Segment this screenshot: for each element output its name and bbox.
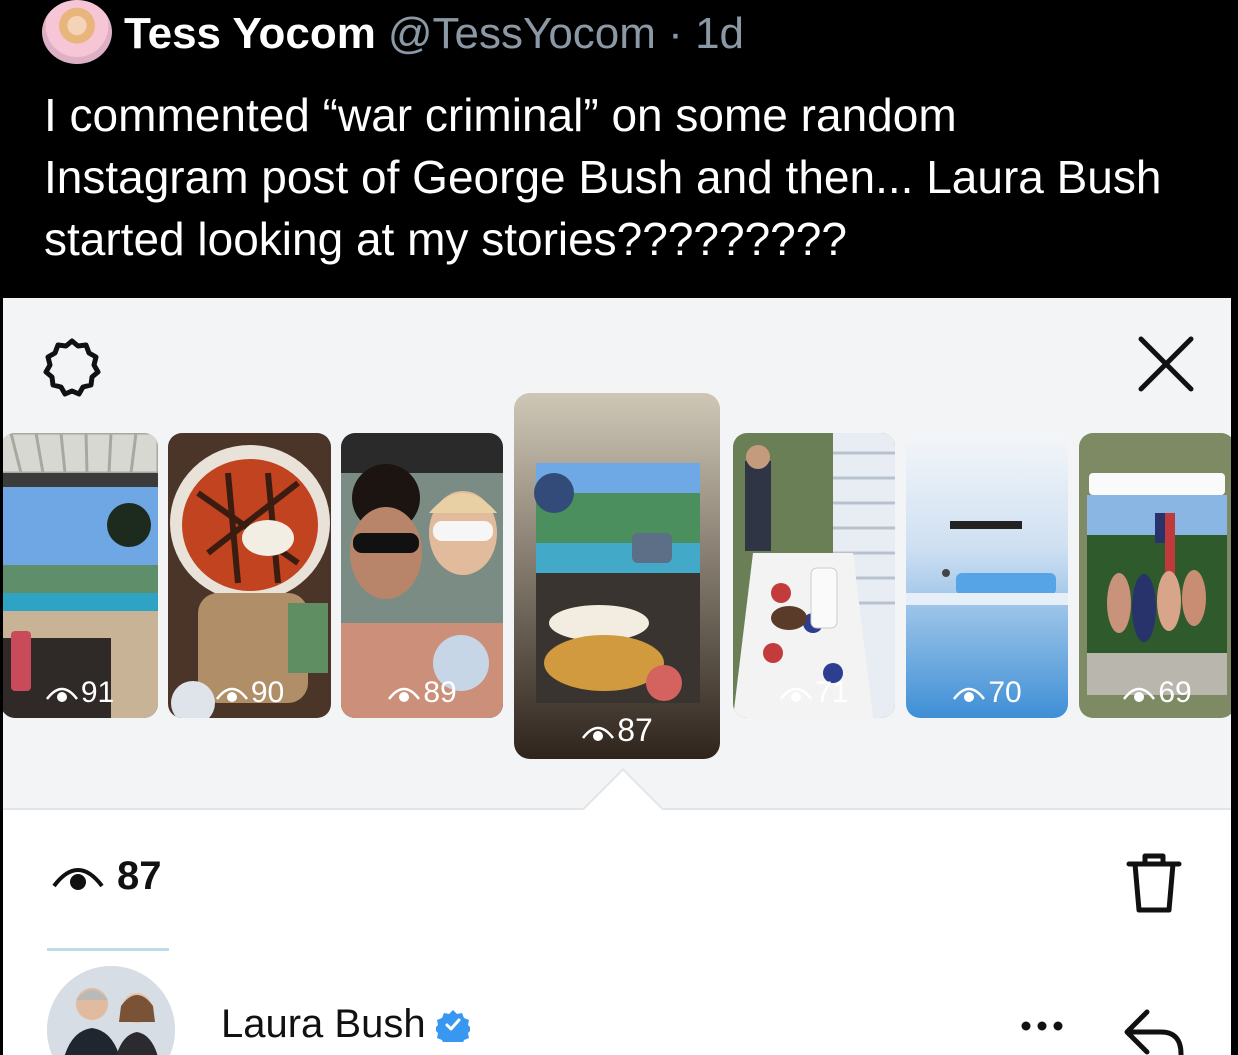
story-thumbnail[interactable]: 70 <box>906 433 1068 718</box>
eye-icon <box>215 687 248 703</box>
author-avatar[interactable] <box>42 0 112 64</box>
close-icon[interactable] <box>1133 331 1199 397</box>
eye-icon <box>52 867 104 890</box>
viewers-tab-indicator <box>47 948 169 951</box>
author-handle[interactable]: @TessYocom <box>388 9 656 58</box>
eye-icon <box>45 687 78 703</box>
story-thumbnail[interactable]: 71 <box>733 433 895 718</box>
verified-badge-icon <box>435 1009 470 1042</box>
story-thumbnail[interactable]: 91 <box>3 433 158 718</box>
story-view-count: 87 <box>617 712 653 748</box>
story-thumbnail[interactable]: 90 <box>168 433 331 718</box>
story-view-count: 89 <box>423 676 457 709</box>
story-view-count: 71 <box>815 676 849 709</box>
eye-icon <box>1123 687 1156 703</box>
story-thumbnail[interactable]: 69 <box>1079 433 1231 718</box>
view-count-number: 87 <box>117 854 162 898</box>
story-view-count: 90 <box>250 676 285 709</box>
tweet-text: I commented “war criminal” on some rando… <box>44 89 1162 265</box>
viewer-name[interactable]: Laura Bush <box>221 1002 426 1047</box>
settings-icon[interactable] <box>38 335 106 403</box>
more-icon[interactable] <box>1018 1016 1066 1036</box>
eye-icon <box>582 726 615 741</box>
view-count: 87 <box>51 854 162 899</box>
eye-icon <box>388 687 421 703</box>
eye-icon <box>953 687 986 703</box>
trash-icon[interactable] <box>1125 850 1183 914</box>
story-thumbnail[interactable]: 89 <box>341 433 503 718</box>
author-name[interactable]: Tess Yocom <box>124 9 376 58</box>
viewer-row[interactable]: Laura Bush <box>221 1002 470 1047</box>
story-view-count: 69 <box>1158 676 1192 709</box>
story-thumbnail-selected[interactable]: 87 <box>514 393 720 759</box>
story-view-count: 70 <box>988 676 1022 709</box>
tweet-header: Tess Yocom @TessYocom · 1d <box>124 8 744 60</box>
reply-icon[interactable] <box>1121 1004 1187 1055</box>
tweet-time[interactable]: 1d <box>695 9 744 58</box>
separator-dot: · <box>668 9 683 58</box>
eye-icon <box>780 687 813 703</box>
tweet: Tess Yocom @TessYocom · 1d I commented “w… <box>0 0 1238 298</box>
story-view-count: 91 <box>80 676 115 709</box>
story-image <box>514 393 720 759</box>
story-viewers-screenshot: 91 90 89 87 71 70 69 87 Laura Bush <box>3 298 1231 1055</box>
